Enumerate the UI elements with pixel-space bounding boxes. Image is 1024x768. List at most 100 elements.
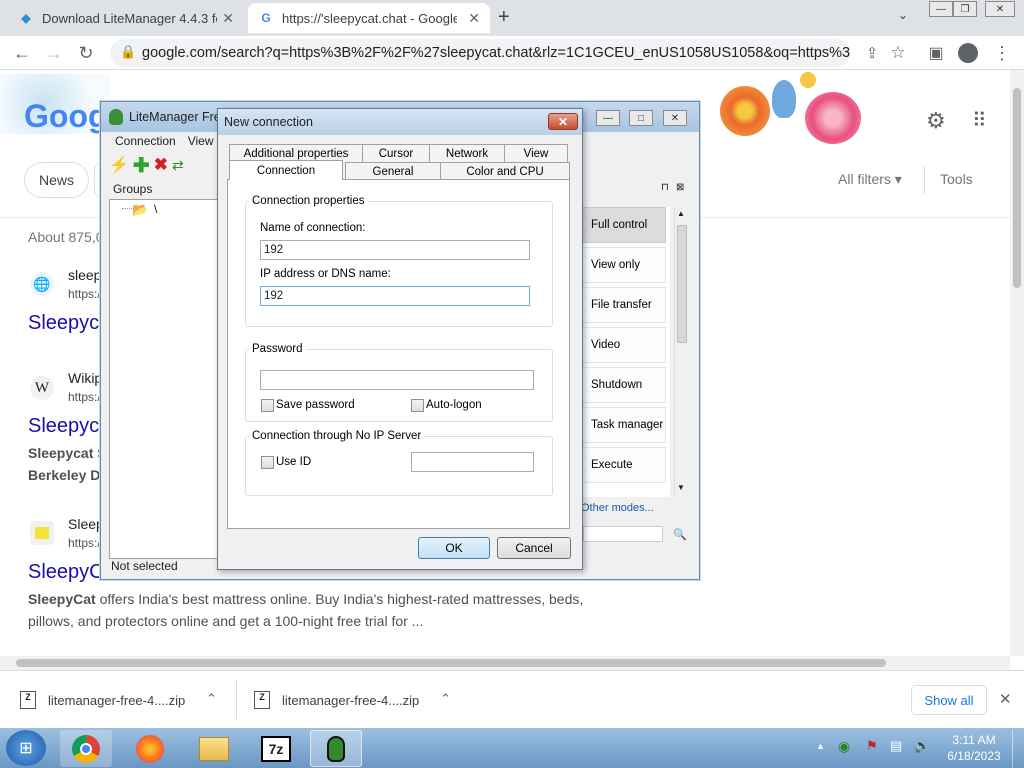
tab-google-search[interactable]: G https://'sleepycat.chat - Google ✕ <box>248 3 490 33</box>
other-modes-link[interactable]: Other modes... <box>581 502 654 514</box>
save-password-checkbox[interactable] <box>261 399 274 412</box>
tray-flag-icon[interactable]: ⚑ <box>866 738 878 754</box>
search-box[interactable] <box>583 526 663 542</box>
groups-tree[interactable]: 📂 \ <box>109 199 219 559</box>
download-bar-close-icon[interactable]: ✕ <box>999 690 1012 708</box>
show-all-button[interactable]: Show all <box>911 685 987 715</box>
download-item-name[interactable]: litemanager-free-4....zip <box>282 693 419 708</box>
vertical-scrollbar[interactable] <box>1010 70 1024 656</box>
download-chevron-icon[interactable]: ⌃ <box>440 691 451 707</box>
lm-minimize-button[interactable]: — <box>596 110 620 126</box>
auto-logon-checkbox[interactable] <box>411 399 424 412</box>
scroll-thumb[interactable] <box>1013 88 1021 288</box>
scroll-thumb[interactable] <box>677 225 687 343</box>
panel-close-icon[interactable]: ⊠ <box>676 182 684 193</box>
mode-file-transfer[interactable]: File transfer <box>578 287 666 323</box>
tab-cursor[interactable]: Cursor <box>362 144 430 162</box>
save-password-label[interactable]: Save password <box>276 399 355 411</box>
tray-expand-icon[interactable]: ▲ <box>816 741 825 751</box>
mode-view-only[interactable]: View only <box>578 247 666 283</box>
bookmark-star-icon[interactable]: ☆ <box>886 41 910 65</box>
tray-network-icon[interactable]: ▤ <box>890 738 902 754</box>
mode-execute[interactable]: Execute <box>578 447 666 483</box>
side-panel-icon[interactable]: ▣ <box>924 41 948 65</box>
lm-close-button[interactable]: ✕ <box>663 110 687 126</box>
chrome-taskbar-icon[interactable] <box>60 730 112 767</box>
clock[interactable]: 3:11 AM 6/18/2023 <box>946 733 1002 763</box>
share-icon[interactable]: ⇪ <box>860 41 884 65</box>
wikipedia-icon: W <box>30 376 54 400</box>
lm-maximize-button[interactable]: □ <box>629 110 653 126</box>
mode-full-control[interactable]: Full control <box>578 207 666 243</box>
horizontal-scrollbar[interactable] <box>0 656 1010 670</box>
menu-kebab-icon[interactable]: ⋮ <box>990 41 1014 65</box>
result-snippet: Sleepycat S <box>28 445 107 461</box>
connection-name-input[interactable]: 192 <box>260 240 530 260</box>
restore-button[interactable]: ❐ <box>953 1 977 17</box>
cancel-button[interactable]: Cancel <box>497 537 571 559</box>
window-close-button[interactable]: ✕ <box>985 1 1015 17</box>
address-bar[interactable]: 🔒 google.com/search?q=https%3B%2F%2F%27s… <box>110 39 850 67</box>
menu-view[interactable]: View <box>188 134 214 148</box>
tab-view[interactable]: View <box>504 144 568 162</box>
search-icon[interactable]: 🔍 <box>673 528 687 541</box>
firefox-taskbar-icon[interactable] <box>124 730 176 767</box>
result-site: sleep <box>68 267 102 283</box>
chip-news[interactable]: News <box>24 162 90 198</box>
use-id-label[interactable]: Use ID <box>276 456 311 468</box>
tab-general[interactable]: General <box>345 162 441 180</box>
tab-color-and-cpu[interactable]: Color and CPU <box>440 162 570 180</box>
delete-icon[interactable]: ✖ <box>154 155 168 175</box>
tray-litemanager-icon[interactable]: ◉ <box>838 738 850 755</box>
menu-connection[interactable]: Connection <box>115 134 176 148</box>
minimize-button[interactable]: — <box>929 1 953 17</box>
file-explorer-taskbar-icon[interactable] <box>188 730 240 767</box>
profile-icon[interactable] <box>956 41 980 65</box>
result-url: https:/ <box>68 287 101 301</box>
tray-volume-icon[interactable]: 🔈 <box>914 738 930 754</box>
result-title-link[interactable]: SleepyC <box>28 561 104 584</box>
back-icon[interactable]: ← <box>10 41 34 65</box>
dialog-titlebar[interactable]: New connection <box>218 109 582 135</box>
result-title-link[interactable]: Sleepyc <box>28 415 99 438</box>
refresh-icon[interactable]: ⇄ <box>172 157 184 174</box>
download-item-name[interactable]: litemanager-free-4....zip <box>48 693 185 708</box>
tab-search-icon[interactable]: ⌄ <box>898 8 908 22</box>
tab-title: https://'sleepycat.chat - Google <box>282 10 457 26</box>
apps-grid-icon[interactable]: ⠿ <box>972 108 987 133</box>
forward-icon[interactable]: → <box>42 41 66 65</box>
show-desktop-button[interactable] <box>1012 730 1024 768</box>
litemanager-taskbar-icon[interactable] <box>310 730 362 767</box>
new-tab-button[interactable]: + <box>498 6 510 29</box>
use-id-checkbox[interactable] <box>261 456 274 469</box>
result-title-link[interactable]: Sleepyc <box>28 312 99 335</box>
add-connection-icon[interactable]: ✚ <box>133 153 150 178</box>
mode-shutdown[interactable]: Shutdown <box>578 367 666 403</box>
tree-root[interactable]: \ <box>154 202 157 216</box>
password-input[interactable] <box>260 370 534 390</box>
pin-icon[interactable]: ⊓ <box>661 182 669 193</box>
mode-video[interactable]: Video <box>578 327 666 363</box>
tab-close-icon[interactable]: ✕ <box>222 10 234 27</box>
reload-icon[interactable]: ↻ <box>74 41 98 65</box>
tab-connection[interactable]: Connection <box>229 160 343 180</box>
modes-scrollbar[interactable]: ▲ ▼ <box>674 207 689 495</box>
tools-button[interactable]: Tools <box>940 171 973 187</box>
ip-address-input[interactable]: 192 <box>260 286 530 306</box>
start-button-icon[interactable]: ⊞ <box>6 730 46 766</box>
ok-button[interactable]: OK <box>418 537 490 559</box>
auto-logon-label[interactable]: Auto-logon <box>426 399 482 411</box>
tab-litemanager-download[interactable]: ◆ Download LiteManager 4.4.3 for ✕ <box>8 3 244 33</box>
google-logo[interactable]: Goog <box>24 98 108 135</box>
scroll-thumb[interactable] <box>16 659 886 667</box>
tab-network[interactable]: Network <box>429 144 505 162</box>
connect-lightning-icon[interactable]: ⚡ <box>109 155 129 175</box>
all-filters-button[interactable]: All filters ▾ <box>838 171 902 188</box>
tab-close-icon[interactable]: ✕ <box>468 10 480 27</box>
mode-task-manager[interactable]: Task manager <box>578 407 666 443</box>
id-input[interactable] <box>411 452 534 472</box>
settings-gear-icon[interactable]: ⚙ <box>926 108 946 134</box>
download-chevron-icon[interactable]: ⌃ <box>206 691 217 707</box>
dialog-close-button[interactable]: ✕ <box>548 113 578 130</box>
7zip-taskbar-icon[interactable]: 7z <box>250 730 302 767</box>
